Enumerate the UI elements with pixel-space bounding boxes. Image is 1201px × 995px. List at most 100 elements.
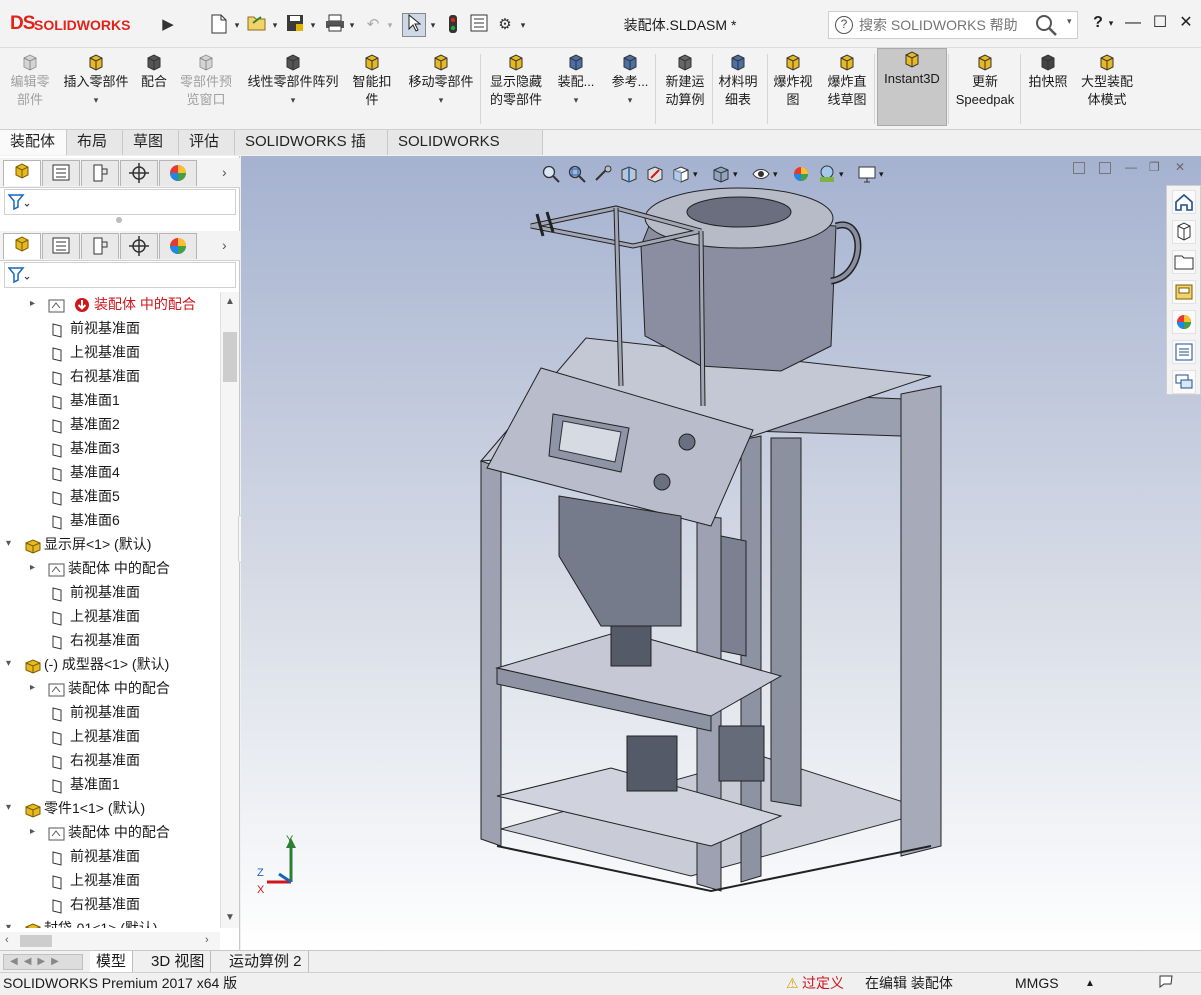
property-manager-tab-icon[interactable]: [42, 233, 80, 259]
assembly-features-button[interactable]: 装配... ▾: [552, 52, 600, 109]
tree-node[interactable]: 前视基准面: [0, 580, 220, 604]
scroll-up-icon[interactable]: ▲: [225, 296, 235, 307]
scroll-right-icon[interactable]: ›: [205, 934, 209, 946]
new-document-icon[interactable]: [208, 14, 230, 36]
file-explorer-icon[interactable]: [1172, 250, 1196, 274]
chevron-down-icon[interactable]: ▾: [347, 14, 357, 36]
chevron-down-icon[interactable]: ▾: [241, 91, 345, 109]
tab-solidworks-mbd[interactable]: SOLIDWORKS MBD: [388, 130, 543, 174]
tree-node[interactable]: 基准面6: [0, 508, 220, 532]
maximize-icon[interactable]: ☐: [1147, 10, 1173, 36]
tree-node[interactable]: 右视基准面: [0, 748, 220, 772]
chevron-down-icon[interactable]: ▾: [606, 91, 654, 109]
speedpak-button[interactable]: 更新 Speedpak: [950, 52, 1020, 109]
open-document-icon[interactable]: [246, 14, 268, 36]
solidworks-forum-icon[interactable]: [1172, 370, 1196, 394]
expand-right-icon[interactable]: ▸: [30, 820, 40, 844]
bom-button[interactable]: 材料明 细表: [712, 52, 764, 109]
tree-horizontal-scrollbar[interactable]: ‹ ›: [0, 932, 220, 950]
help-search-box[interactable]: ? ▾: [828, 11, 1078, 39]
tree-node[interactable]: 基准面4: [0, 460, 220, 484]
quick-tips-icon[interactable]: [1158, 973, 1176, 995]
save-icon[interactable]: [284, 14, 306, 36]
linear-pattern-button[interactable]: 线性零部件阵列 ▾: [241, 52, 345, 109]
solidworks-logo[interactable]: DS SOLIDWORKS: [10, 12, 155, 38]
tree-node[interactable]: 上视基准面: [0, 340, 220, 364]
view-palette-icon[interactable]: [1172, 280, 1196, 304]
appearances-scenes-icon[interactable]: [1172, 310, 1196, 334]
tree-filter-box[interactable]: [4, 189, 236, 215]
assembly-3d-model[interactable]: [241, 156, 1201, 950]
expand-right-icon[interactable]: ▸: [30, 676, 40, 700]
tab-evaluate[interactable]: 评估: [179, 130, 235, 155]
solidworks-resources-home-icon[interactable]: [1172, 190, 1196, 214]
rebuild-icon[interactable]: [444, 14, 462, 36]
chevron-down-icon[interactable]: ▾: [1067, 16, 1072, 27]
tab-navigation-arrows-icon[interactable]: ◀◀▶▶: [3, 954, 83, 970]
tree-node[interactable]: 基准面1: [0, 772, 220, 796]
chevron-right-icon[interactable]: ›: [222, 164, 227, 180]
smart-fasteners-button[interactable]: 智能扣件: [348, 52, 396, 109]
expand-down-icon[interactable]: ▾: [6, 796, 16, 820]
chevron-down-icon[interactable]: ▾: [385, 14, 395, 36]
chevron-down-icon[interactable]: ▾: [270, 14, 280, 36]
mate-button[interactable]: 配合: [137, 52, 171, 91]
design-library-icon[interactable]: [1172, 220, 1196, 244]
configuration-manager-tab-icon[interactable]: [81, 233, 119, 259]
insert-component-button[interactable]: 插入零部件 ▾: [58, 52, 134, 109]
tab-model[interactable]: 模型: [90, 951, 134, 973]
display-manager-tab-icon[interactable]: [159, 233, 197, 259]
expand-down-icon[interactable]: ▾: [6, 532, 16, 556]
units-selector[interactable]: MMGS: [1015, 973, 1059, 994]
tree-node[interactable]: 右视基准面: [0, 628, 220, 652]
tab-3d-views[interactable]: 3D 视图: [145, 951, 212, 973]
scroll-down-icon[interactable]: ▼: [225, 912, 235, 923]
file-properties-icon[interactable]: [468, 14, 490, 36]
scroll-thumb[interactable]: [223, 332, 237, 382]
custom-properties-icon[interactable]: [1172, 340, 1196, 364]
chevron-down-icon[interactable]: ▾: [518, 14, 528, 36]
instant3d-button[interactable]: Instant3D: [877, 48, 947, 126]
large-assembly-button[interactable]: 大型装配 体模式: [1074, 52, 1140, 109]
tree-vertical-scrollbar[interactable]: ▲ ▼: [220, 292, 239, 928]
chevron-down-icon[interactable]: ▾: [308, 14, 318, 36]
dimxpert-tab-icon[interactable]: [120, 160, 158, 186]
tree-node[interactable]: ▾ 显示屏<1> (默认): [0, 532, 220, 556]
chevron-down-icon[interactable]: ▾: [1105, 10, 1117, 36]
print-icon[interactable]: [324, 14, 346, 36]
tree-node[interactable]: ▸ 装配体 中的配合: [0, 820, 220, 844]
tree-node[interactable]: 基准面5: [0, 484, 220, 508]
component-preview-button[interactable]: 零部件预 览窗口: [173, 52, 239, 109]
chevron-down-icon[interactable]: ▾: [428, 14, 438, 36]
tree-node[interactable]: ▾ (-) 成型器<1> (默认): [0, 652, 220, 676]
feature-tree-tab-icon[interactable]: [3, 233, 41, 259]
configuration-manager-tab-icon[interactable]: [81, 160, 119, 186]
tree-node[interactable]: 前视基准面: [0, 700, 220, 724]
tree-node[interactable]: 前视基准面: [0, 316, 220, 340]
minimize-icon[interactable]: —: [1120, 10, 1146, 36]
dimxpert-tab-icon[interactable]: [120, 233, 158, 259]
chevron-right-icon[interactable]: ›: [222, 237, 227, 253]
tree-node[interactable]: 上视基准面: [0, 604, 220, 628]
snapshot-button[interactable]: 拍快照: [1024, 52, 1072, 91]
tree-node[interactable]: ▾ 零件1<1> (默认): [0, 796, 220, 820]
feature-tree-tab-icon[interactable]: [3, 160, 41, 186]
chevron-down-icon[interactable]: ▾: [552, 91, 600, 109]
filter-icon[interactable]: [7, 193, 30, 214]
tree-node[interactable]: 上视基准面: [0, 868, 220, 892]
move-component-button[interactable]: 移动零部件 ▾: [400, 52, 482, 109]
chevron-down-icon[interactable]: ▾: [58, 91, 134, 109]
chevron-down-icon[interactable]: ▾: [400, 91, 482, 109]
tree-node[interactable]: 基准面1: [0, 388, 220, 412]
exploded-view-button[interactable]: 爆炸视图: [767, 52, 819, 109]
chevron-up-icon[interactable]: ▲: [1085, 973, 1095, 994]
tree-node[interactable]: 前视基准面: [0, 844, 220, 868]
graphics-area[interactable]: ▾ ▾ ▾ ▾ ▾ — ❐ ✕ Y Z X: [241, 156, 1201, 950]
undo-icon[interactable]: ↶: [362, 14, 384, 36]
tree-node[interactable]: 基准面2: [0, 412, 220, 436]
tab-assembly[interactable]: 装配体: [0, 130, 67, 155]
explode-line-sketch-button[interactable]: 爆炸直 线草图: [820, 52, 874, 109]
tab-solidworks-addins[interactable]: SOLIDWORKS 插件: [235, 130, 388, 174]
tab-sketch[interactable]: 草图: [123, 130, 179, 155]
tree-filter-box[interactable]: [4, 262, 236, 288]
